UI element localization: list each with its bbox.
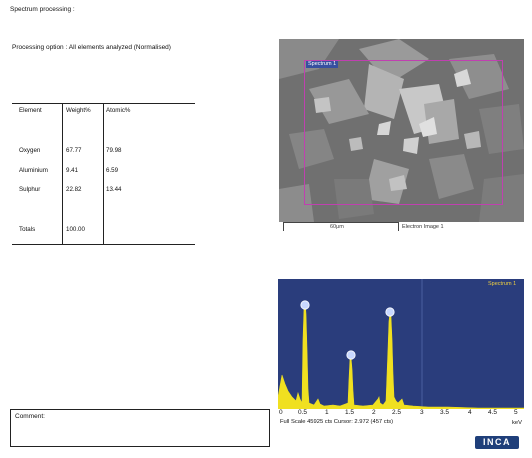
atomic-value: 6.59 — [106, 167, 119, 174]
element-name: Aluminium — [19, 167, 48, 174]
x-tick-label: 1.5 — [345, 409, 355, 416]
scale-bar-label: 60μm — [330, 224, 344, 230]
column-header: Weight% — [66, 107, 91, 114]
electron-image-caption: Electron Image 1 — [402, 224, 444, 230]
x-tick-label: 2.5 — [392, 409, 402, 416]
element-name: Oxygen — [19, 147, 41, 154]
totals-value: 100.00 — [66, 226, 85, 233]
peak-marker — [346, 350, 356, 360]
spectrum-roi-box[interactable] — [304, 60, 503, 205]
inca-logo: INCA — [475, 436, 519, 449]
x-tick-label: 2 — [372, 409, 376, 416]
x-tick-label: 4.5 — [488, 409, 498, 416]
spectrum-svg — [278, 279, 524, 409]
x-tick-label: 0.5 — [298, 409, 308, 416]
x-tick-label: 1 — [325, 409, 329, 416]
x-tick-label: 4 — [468, 409, 472, 416]
x-tick-label: 3.5 — [440, 409, 450, 416]
atomic-value: 13.44 — [106, 186, 122, 193]
table-bottom-rule — [12, 244, 195, 245]
element-name: Sulphur — [19, 186, 41, 193]
spectrum-title: Spectrum 1 — [488, 281, 517, 287]
table-divider — [62, 103, 63, 244]
x-tick-label: 0 — [279, 409, 283, 416]
spectrum-background — [278, 279, 524, 409]
x-tick-label: 3 — [420, 409, 424, 416]
spectrum-footer: Full Scale 45925 cts Cursor: 2.972 (457 … — [280, 419, 394, 425]
x-unit-label: keV — [512, 420, 522, 426]
peak-marker — [385, 307, 395, 317]
weight-value: 67.77 — [66, 147, 82, 154]
x-tick-label: 5 — [514, 409, 518, 416]
comment-box[interactable] — [10, 409, 270, 447]
weight-value: 22.82 — [66, 186, 82, 193]
atomic-value: 79.98 — [106, 147, 122, 154]
column-header: Atomic% — [106, 107, 131, 114]
weight-value: 9.41 — [66, 167, 79, 174]
page-title: Spectrum processing : — [10, 6, 75, 13]
processing-option: Processing option : All elements analyze… — [12, 44, 171, 51]
peak-marker — [300, 300, 310, 310]
column-header: Element — [19, 107, 42, 114]
table-divider — [103, 103, 104, 244]
comment-label: Comment: — [15, 413, 45, 420]
spectrum-plot — [278, 279, 524, 409]
totals-label: Totals — [19, 226, 36, 233]
roi-label: Spectrum 1 — [306, 61, 339, 68]
